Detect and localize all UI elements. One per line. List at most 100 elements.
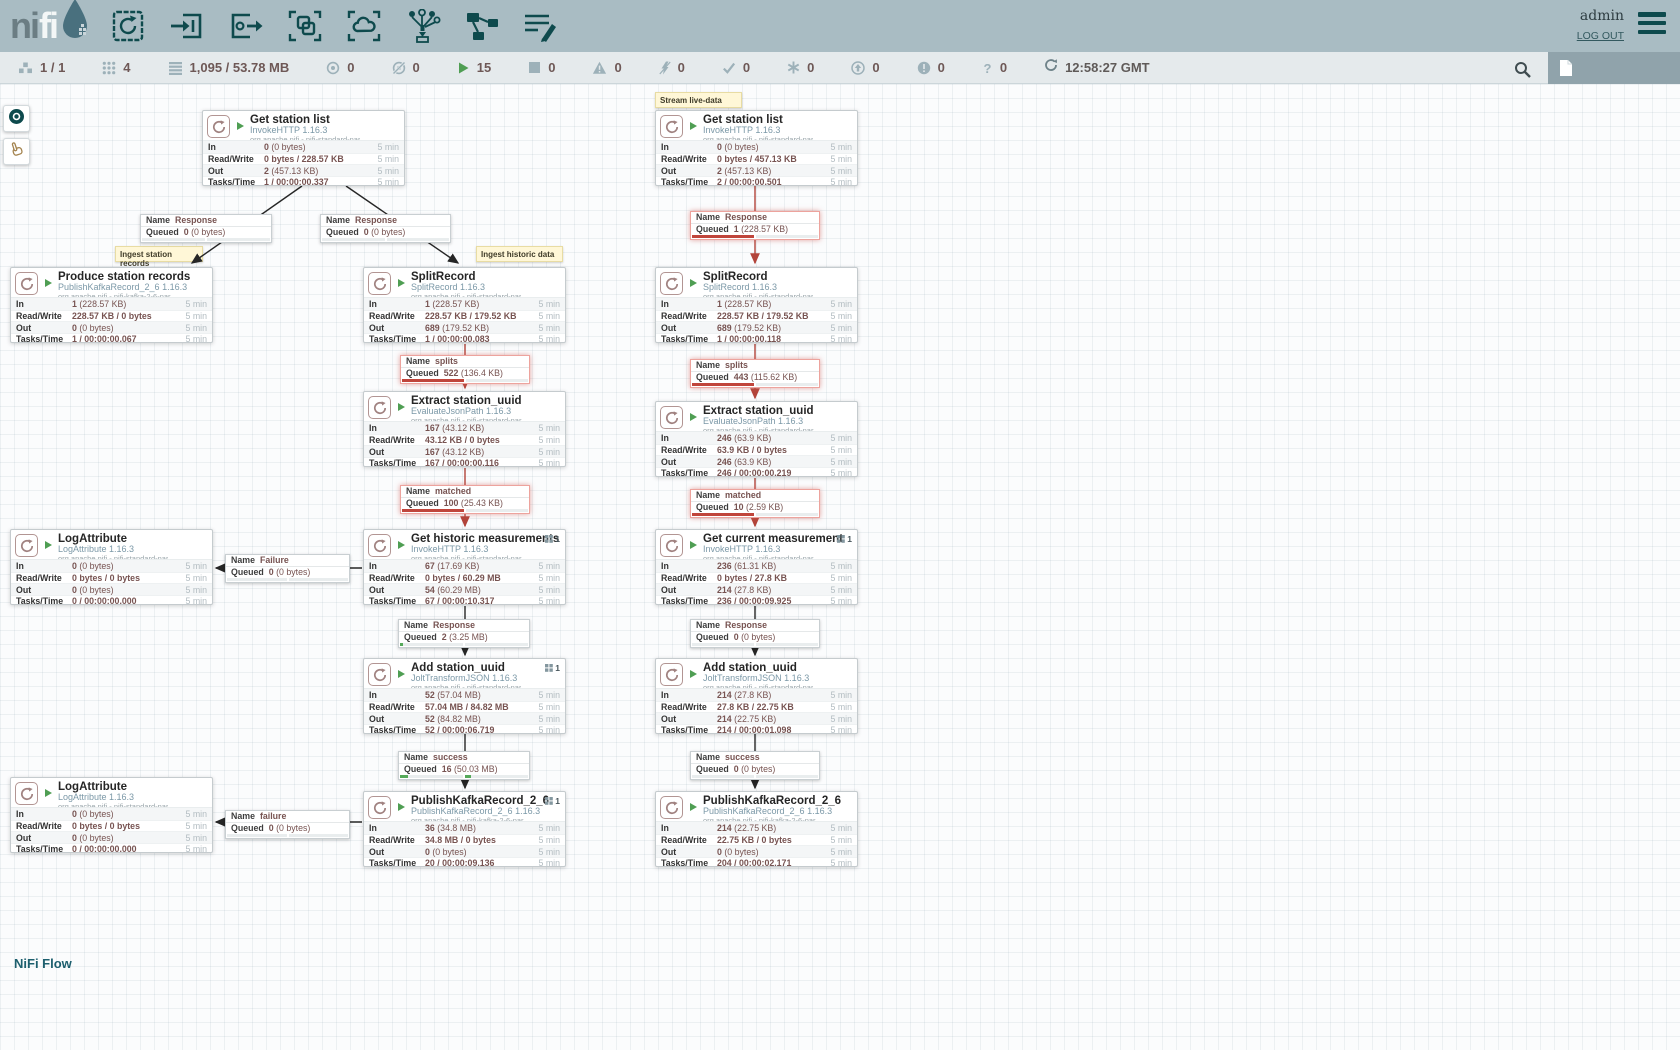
processor-publish-kafka-right[interactable]: PublishKafkaRecord_2_6 PublishKafkaRecor…: [655, 791, 858, 867]
status-stopped: 0: [528, 60, 555, 75]
backpressure-size-bar: [289, 578, 349, 581]
backpressure-bars: [227, 578, 348, 581]
connection-name: Response: [433, 620, 475, 630]
processor-type-icon: [660, 534, 683, 557]
logout-link[interactable]: LOG OUT: [1577, 28, 1624, 44]
processor-bundle: org.apache.nifi - nifi-standard-nar: [703, 427, 814, 432]
stat-row-out: Out52 (84.82 MB)5 min: [364, 712, 565, 724]
stat-row-out: Out0 (0 bytes)5 min: [11, 321, 212, 333]
backpressure-bars: [400, 775, 528, 778]
stat-row-tasks: Tasks/Time2 / 00:00:00.5015 min: [656, 176, 857, 188]
active-threads-badge: 1: [545, 663, 560, 673]
connection-response-right-2[interactable]: NameResponse Queued0 (0 bytes): [690, 619, 820, 648]
running-status-icon: [398, 541, 405, 549]
remote-process-group-component-icon[interactable]: [346, 8, 382, 44]
running-status-icon: [398, 670, 405, 678]
stat-row-readwrite: Read/Write0 bytes / 228.57 KB5 min: [203, 153, 404, 165]
stat-row-in: In1 (228.57 KB)5 min: [364, 298, 565, 310]
status-queued: 1,095 / 53.78 MB: [168, 60, 290, 75]
arrow-up-circle-icon: [851, 61, 865, 75]
processor-split-record-right[interactable]: SplitRecord SplitRecord 1.16.3 org.apach…: [655, 267, 858, 343]
search-button[interactable]: [1510, 57, 1534, 81]
connection-failure-to-log-lower[interactable]: Namefailure Queued0 (0 bytes): [225, 810, 350, 839]
processor-add-station-uuid-right[interactable]: Add station_uuid JoltTransformJSON 1.16.…: [655, 658, 858, 734]
processor-type-icon: [368, 796, 391, 819]
connection-success-right[interactable]: Namesuccess Queued0 (0 bytes): [690, 751, 820, 780]
refresh-icon[interactable]: [1044, 58, 1058, 77]
label-component-icon[interactable]: [523, 8, 559, 44]
connection-queued: 0 (0 bytes): [364, 227, 406, 237]
process-group-component-icon[interactable]: [287, 8, 323, 44]
processor-log-attribute-upper[interactable]: LogAttribute LogAttribute 1.16.3 org.apa…: [10, 529, 213, 605]
running-status-icon: [398, 803, 405, 811]
navigate-palette-button[interactable]: [3, 105, 30, 132]
connection-response-right-1[interactable]: NameResponse Queued1 (228.57 KB): [690, 211, 820, 240]
connection-success-left[interactable]: Namesuccess Queued16 (50.03 MB): [398, 751, 530, 780]
processor-type-icon: [368, 663, 391, 686]
connection-name: splits: [725, 360, 748, 370]
connection-splits-right[interactable]: Namesplits Queued443 (115.62 KB): [690, 359, 820, 388]
stat-row-in: In0 (0 bytes)5 min: [11, 560, 212, 572]
status-up-to-date: 0: [722, 60, 750, 75]
processor-type-icon: [15, 782, 38, 805]
running-status-icon: [690, 413, 697, 421]
list-icon: [168, 61, 183, 75]
connection-splits-left[interactable]: Namesplits Queued522 (136.4 KB): [400, 355, 530, 384]
processor-log-attribute-lower[interactable]: LogAttribute LogAttribute 1.16.3 org.apa…: [10, 777, 213, 853]
processor-bundle: org.apache.nifi - nifi-standard-nar: [703, 555, 843, 560]
processor-split-record-left[interactable]: SplitRecord SplitRecord 1.16.3 org.apach…: [363, 267, 566, 343]
stat-row-out: Out214 (27.8 KB)5 min: [656, 583, 857, 595]
connection-queued: 443 (115.62 KB): [734, 372, 797, 382]
processor-extract-station-uuid-left[interactable]: Extract station_uuid EvaluateJsonPath 1.…: [363, 391, 566, 467]
logo-text-ni: ni: [10, 6, 38, 46]
canvas-label[interactable]: Ingest historic data: [476, 246, 563, 262]
global-menu-icon[interactable]: [1638, 12, 1666, 34]
stop-icon: [528, 61, 541, 74]
processor-type-icon: [660, 663, 683, 686]
backpressure-count-bar: [402, 379, 464, 382]
status-active-threads: 4: [102, 60, 130, 75]
processor-get-station-list-left[interactable]: Get station list InvokeHTTP 1.16.3 org.a…: [202, 110, 405, 186]
stat-row-tasks: Tasks/Time67 / 00:00:10.3175 min: [364, 595, 565, 607]
backpressure-bars: [402, 379, 528, 382]
connection-matched-right[interactable]: Namematched Queued10 (2.59 KB): [690, 489, 820, 518]
processor-bundle: org.apache.nifi - nifi-standard-nar: [703, 136, 813, 141]
running-status-icon: [690, 122, 697, 130]
processor-produce-station-records[interactable]: Produce station records PublishKafkaReco…: [10, 267, 213, 343]
backpressure-bars: [142, 238, 270, 241]
stat-row-in: In236 (61.31 KB)5 min: [656, 560, 857, 572]
connection-name: Response: [175, 215, 217, 225]
input-port-component-icon[interactable]: [169, 8, 205, 44]
processor-get-station-list-right[interactable]: Get station list InvokeHTTP 1.16.3 org.a…: [655, 110, 858, 186]
status-history-panel-button[interactable]: [1548, 52, 1680, 84]
template-component-icon[interactable]: [464, 8, 500, 44]
logo-text-fi: fi: [39, 6, 57, 46]
processor-type-icon: [660, 796, 683, 819]
connection-failure-to-log-upper[interactable]: NameFailure Queued0 (0 bytes): [225, 554, 350, 583]
processor-add-station-uuid-left[interactable]: Add station_uuid JoltTransformJSON 1.16.…: [363, 658, 566, 734]
stat-row-in: In67 (17.69 KB)5 min: [364, 560, 565, 572]
processor-extract-station-uuid-right[interactable]: Extract station_uuid EvaluateJsonPath 1.…: [655, 401, 858, 477]
connection-response-to-split-left[interactable]: NameResponse Queued0 (0 bytes): [320, 214, 451, 243]
processor-publish-kafka-left[interactable]: PublishKafkaRecord_2_6 PublishKafkaRecor…: [363, 791, 566, 867]
stat-row-out: Out0 (0 bytes)5 min: [11, 831, 212, 843]
funnel-component-icon[interactable]: [405, 8, 441, 44]
threads-grid-icon: [545, 664, 553, 672]
breadcrumb[interactable]: NiFi Flow: [14, 956, 72, 971]
connection-name: Response: [725, 212, 767, 222]
connection-matched-left[interactable]: Namematched Queued100 (25.43 KB): [400, 485, 530, 514]
status-disabled: 0: [659, 60, 685, 75]
excl-circle-icon: [917, 61, 931, 75]
processor-component-icon[interactable]: [110, 8, 146, 44]
running-status-icon: [45, 541, 52, 549]
connection-response-left-2[interactable]: NameResponse Queued2 (3.25 MB): [398, 619, 530, 648]
operate-palette-button[interactable]: [3, 138, 30, 165]
processor-get-historic-measurements[interactable]: Get historic measurements InvokeHTTP 1.1…: [363, 529, 566, 605]
stat-row-in: In0 (0 bytes)5 min: [203, 141, 404, 153]
processor-get-current-measurement[interactable]: Get current measurement InvokeHTTP 1.16.…: [655, 529, 858, 605]
connection-response-to-produce[interactable]: NameResponse Queued0 (0 bytes): [140, 214, 272, 243]
canvas-label[interactable]: Ingest station records: [115, 246, 203, 262]
flow-canvas[interactable]: Stream live-data Ingest station records …: [0, 84, 1680, 1050]
output-port-component-icon[interactable]: [228, 8, 264, 44]
canvas-label[interactable]: Stream live-data: [655, 92, 742, 108]
